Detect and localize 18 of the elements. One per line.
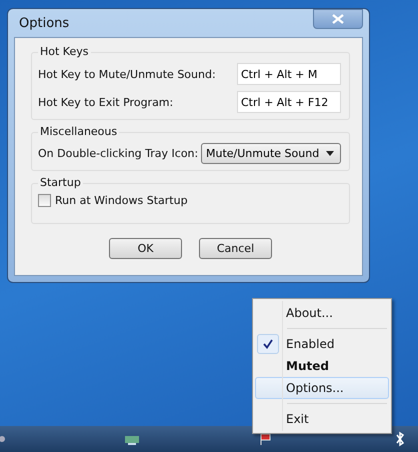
checkbox-label: Run at Windows Startup [55, 194, 188, 207]
dialog-button[interactable]: OK [109, 238, 182, 259]
dropdown[interactable]: Mute/Unmute Sound [201, 143, 341, 164]
menu-item[interactable]: About... [255, 302, 389, 324]
group-title: Miscellaneous [38, 125, 120, 138]
dropdown-label: On Double-clicking Tray Icon: [38, 147, 198, 160]
group-title: Hot Keys [38, 45, 90, 58]
menu-item[interactable]: Exit [255, 408, 389, 430]
hotkey-field[interactable]: Ctrl + Alt + F12 [237, 91, 341, 113]
dialog-button[interactable]: Cancel [199, 238, 272, 259]
field-label: Hot Key to Mute/Unmute Sound: [38, 68, 216, 80]
hotkey-field[interactable]: Ctrl + Alt + M [237, 63, 341, 85]
group-title: Startup [38, 176, 83, 189]
menu-item[interactable]: Options... [255, 377, 389, 399]
field-label: Hot Key to Exit Program: [38, 96, 174, 108]
menu-item[interactable]: Enabled [255, 333, 389, 355]
menu-item[interactable]: Muted [255, 355, 389, 377]
window-title: Options [18, 16, 70, 30]
